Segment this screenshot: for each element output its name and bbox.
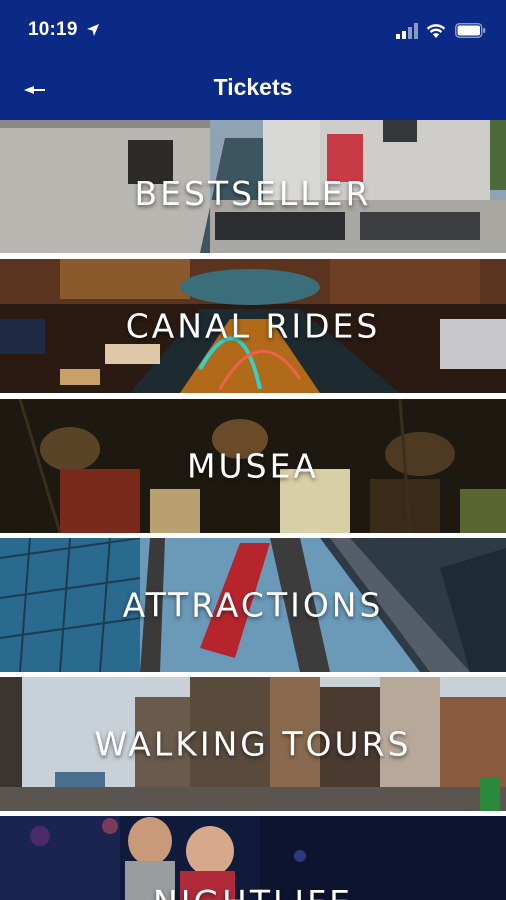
category-nightlife[interactable]: NIGHTLIFE bbox=[0, 816, 506, 900]
category-label: WALKING TOURS bbox=[94, 724, 412, 764]
page-title: Tickets bbox=[213, 74, 293, 100]
category-label: CANAL RIDES bbox=[125, 306, 381, 346]
battery-icon bbox=[455, 23, 486, 38]
wifi-icon bbox=[426, 24, 446, 38]
navigation-bar: Tickets bbox=[0, 62, 506, 118]
category-musea[interactable]: MUSEA bbox=[0, 399, 506, 533]
category-walking-tours[interactable]: WALKING TOURS bbox=[0, 677, 506, 811]
category-label: ATTRACTIONS bbox=[122, 585, 384, 625]
app-header: 10:19 Tickets bbox=[0, 0, 506, 120]
category-attractions[interactable]: ATTRACTIONS bbox=[0, 538, 506, 672]
location-arrow-icon bbox=[87, 24, 99, 36]
category-label: BESTSELLER bbox=[134, 174, 372, 213]
status-time: 10:19 bbox=[28, 19, 78, 40]
signal-icon bbox=[396, 23, 418, 39]
category-canal-rides[interactable]: CANAL RIDES bbox=[0, 259, 506, 393]
category-label: NIGHTLIFE bbox=[0, 883, 506, 900]
status-bar: 10:19 bbox=[0, 0, 506, 62]
category-bestseller[interactable]: BESTSELLER bbox=[0, 120, 506, 253]
category-label: MUSEA bbox=[187, 446, 319, 486]
ticket-category-list: BESTSELLER CANAL RIDES MUSEA ATTRACTIONS… bbox=[0, 120, 506, 900]
